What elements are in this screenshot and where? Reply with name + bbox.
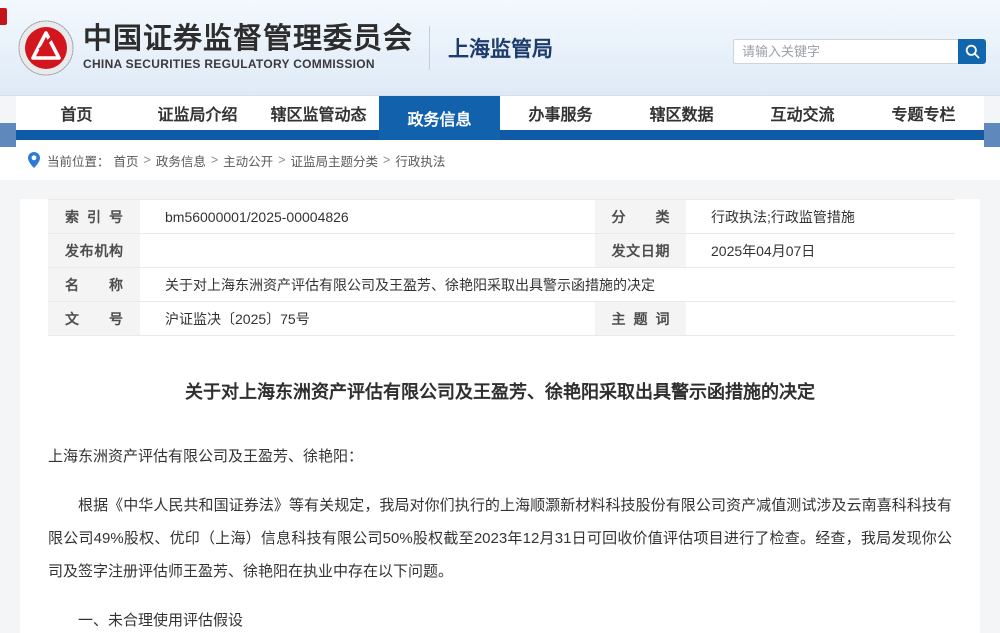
org-name-cn: 中国证券监督管理委员会 [83,22,414,55]
table-row: 文号 沪证监决〔2025〕75号 主题词 [48,301,955,336]
nav-item-interaction[interactable]: 互动交流 [742,96,863,130]
nav-item-home[interactable]: 首页 [16,96,137,130]
nav-item-bureau-intro[interactable]: 证监局介绍 [137,96,258,130]
breadcrumb-item-proactive-disclosure[interactable]: 主动公开 [223,151,273,170]
search-box [733,39,986,64]
meta-value-doc-no: 沪证监决〔2025〕75号 [140,301,595,336]
meta-value-subject-words [686,301,955,336]
nav-item-regional-data[interactable]: 辖区数据 [621,96,742,130]
meta-value-index-no: bm56000001/2025-00004826 [140,199,595,234]
section-heading: 一、未合理使用评估假设 [78,612,244,629]
meta-value-publisher [140,233,595,268]
nav-item-special-topics[interactable]: 专题专栏 [863,96,984,130]
body-paragraph: 根据《中华人民共和国证券法》等有关规定，我局对你们执行的上海顺灏新材料科技股份有… [48,497,952,580]
nav-side-accent-left [0,123,16,147]
site-header: 中国证券监督管理委员会 CHINA SECURITIES REGULATORY … [0,0,1000,96]
bureau-name: 上海监管局 [448,37,554,61]
meta-label-issue-date: 发文日期 [595,233,686,268]
table-row: 索引号 bm56000001/2025-00004826 分类 行政执法;行政监… [48,199,955,234]
meta-value-name: 关于对上海东洲资产评估有限公司及王盈芳、徐艳阳采取出具警示函措施的决定 [140,267,955,302]
meta-value-issue-date: 2025年04月07日 [686,233,955,268]
nav-item-services[interactable]: 办事服务 [500,96,621,130]
csrc-emblem-icon [18,20,74,75]
nav-side-accent-right [984,123,1000,147]
search-input[interactable] [733,39,958,64]
header-divider [429,25,431,70]
breadcrumb-prefix: 当前位置： [47,154,110,169]
breadcrumb: 当前位置： 首页 > 政务信息 > 主动公开 > 证监局主题分类 > 行政执法 [0,140,1000,180]
breadcrumb-item-topic-category[interactable]: 证监局主题分类 [291,151,379,170]
meta-label-index-no: 索引号 [48,199,140,234]
page-title: 关于对上海东洲资产评估有限公司及王盈芳、徐艳阳采取出具警示函措施的决定 [185,382,815,402]
meta-label-doc-no: 文号 [48,301,140,336]
content-card: 索引号 bm56000001/2025-00004826 分类 行政执法;行政监… [20,199,980,633]
document-meta-table: 索引号 bm56000001/2025-00004826 分类 行政执法;行政监… [48,199,955,336]
search-button[interactable] [958,39,986,64]
org-name-en: CHINA SECURITIES REGULATORY COMMISSION [83,57,375,72]
breadcrumb-item-enforcement[interactable]: 行政执法 [395,151,445,170]
org-title-block: 中国证券监督管理委员会 CHINA SECURITIES REGULATORY … [83,22,414,72]
search-icon [965,44,980,59]
meta-value-category: 行政执法;行政监管措施 [686,199,955,234]
meta-label-name: 名称 [48,267,140,302]
breadcrumb-item-home[interactable]: 首页 [114,151,139,170]
salutation-paragraph: 上海东洲资产评估有限公司及王盈芳、徐艳阳： [48,448,364,465]
meta-label-subject-words: 主题词 [595,301,686,336]
nav-item-gov-info[interactable]: 政务信息 [379,96,500,140]
document-body: 上海东洲资产评估有限公司及王盈芳、徐艳阳： 根据《中华人民共和国证券法》等有关规… [48,440,952,633]
meta-label-publisher: 发布机构 [48,233,140,268]
table-row: 发布机构 发文日期 2025年04月07日 [48,233,955,268]
nav-bottom-strip [16,130,984,140]
meta-label-category: 分类 [595,199,686,234]
location-pin-icon [28,152,40,168]
nav-item-regional-news[interactable]: 辖区监管动态 [258,96,379,130]
main-nav: 首页 证监局介绍 辖区监管动态 政务信息 办事服务 辖区数据 互动交流 专题专栏 [0,96,1000,147]
table-row: 名称 关于对上海东洲资产评估有限公司及王盈芳、徐艳阳采取出具警示函措施的决定 [48,267,955,302]
corner-ribbon [0,8,7,25]
breadcrumb-item-gov-info[interactable]: 政务信息 [156,151,206,170]
